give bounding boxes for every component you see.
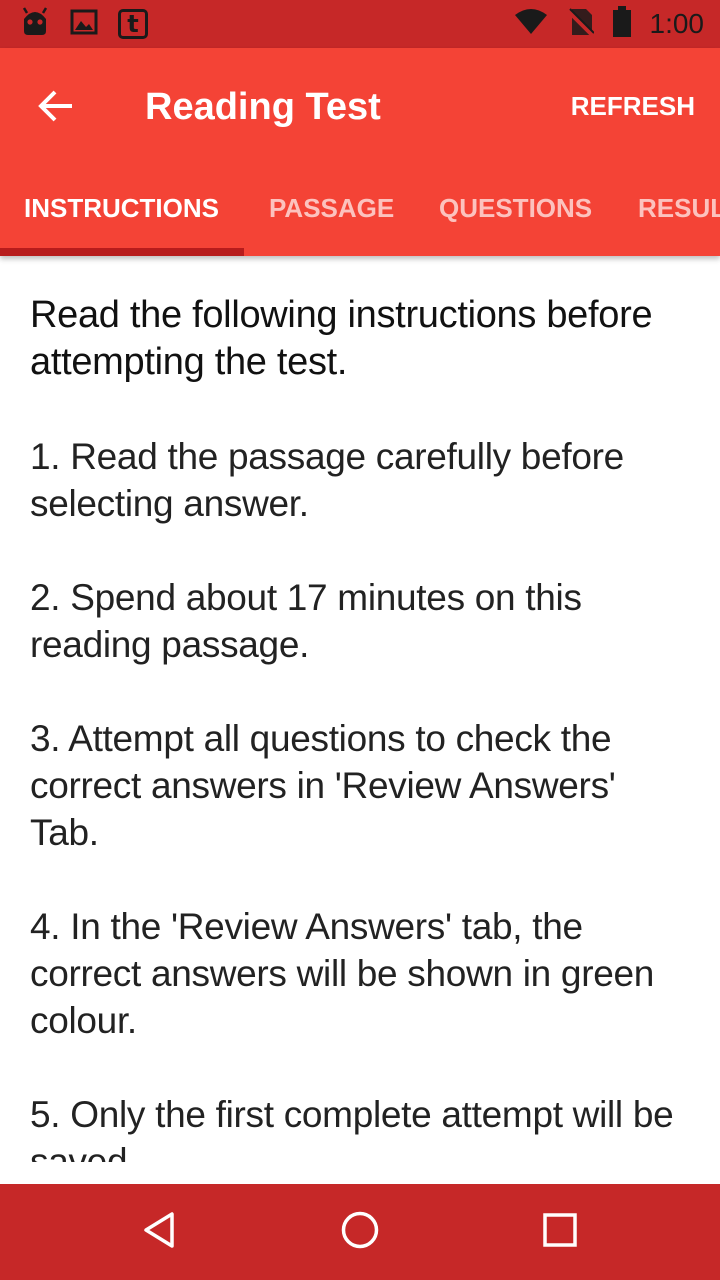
status-bar: t 1:00 (0, 0, 720, 48)
recents-square-icon (540, 1210, 580, 1255)
back-triangle-icon (140, 1210, 180, 1255)
tab-questions[interactable]: QUESTIONS (439, 160, 592, 256)
battery-icon (612, 5, 632, 43)
tab-passage[interactable]: PASSAGE (269, 160, 394, 256)
refresh-button[interactable]: REFRESH (571, 88, 695, 124)
image-icon (70, 9, 98, 40)
instructions-heading: Read the following instructions before a… (30, 294, 653, 383)
instruction-item: 1. Read the passage carefully before sel… (30, 436, 624, 524)
instruction-item: 2. Spend about 17 minutes on this readin… (30, 577, 582, 665)
instructions-content[interactable]: Read the following instructions before a… (30, 292, 690, 1162)
back-button[interactable] (28, 80, 84, 136)
home-circle-icon (340, 1210, 380, 1255)
no-signal-icon (566, 7, 595, 42)
app-bar: Reading Test REFRESH INSTRUCTIONS PASSAG… (0, 48, 720, 256)
instruction-item: 3. Attempt all questions to check the co… (30, 718, 616, 853)
navigation-bar (0, 1184, 720, 1280)
tab-indicator (0, 248, 244, 256)
tab-bar: INSTRUCTIONS PASSAGE QUESTIONS RESULT (0, 160, 720, 256)
nav-back-button[interactable] (136, 1208, 184, 1256)
status-time: 1:00 (649, 8, 705, 39)
wifi-icon (514, 8, 548, 40)
tab-result[interactable]: RESULT (638, 160, 720, 256)
instruction-item: 4. In the 'Review Answers' tab, the corr… (30, 906, 655, 1041)
status-icons-left: t (20, 6, 148, 42)
tab-instructions[interactable]: INSTRUCTIONS (24, 160, 219, 256)
arrow-left-icon (38, 90, 74, 127)
tumblr-icon: t (118, 9, 148, 39)
page-title: Reading Test (145, 86, 381, 128)
nav-recents-button[interactable] (536, 1208, 584, 1256)
status-icons-right: 1:00 (514, 5, 705, 43)
nav-home-button[interactable] (336, 1208, 384, 1256)
instruction-item: 5. Only the first complete attempt will … (30, 1094, 674, 1162)
android-icon (20, 6, 50, 42)
